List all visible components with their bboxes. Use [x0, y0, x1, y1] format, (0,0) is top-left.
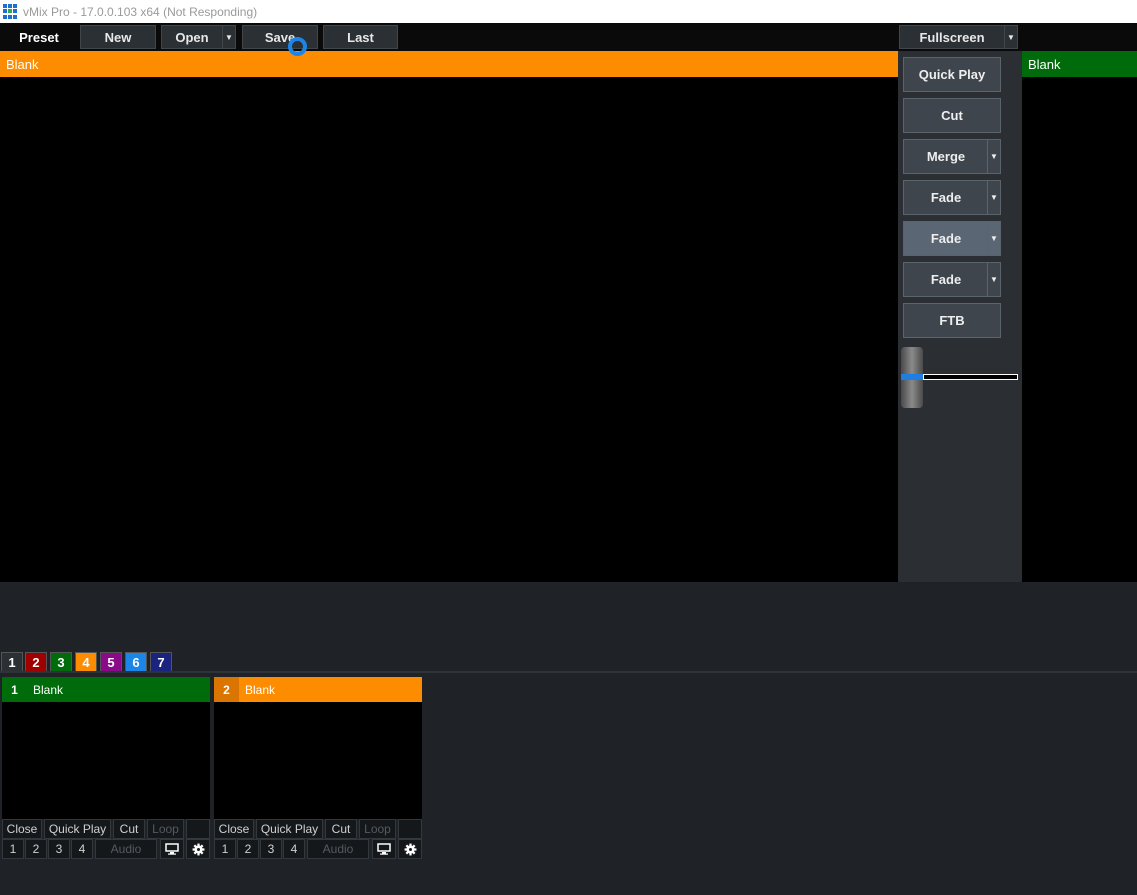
input-2-blank-button[interactable]: [398, 819, 422, 839]
open-dropdown-arrow-icon[interactable]: ▼: [222, 25, 236, 49]
t-bar-track[interactable]: [923, 374, 1018, 380]
input-1-name: Blank: [33, 682, 64, 697]
fade-button-1[interactable]: Fade ▼: [903, 180, 1001, 215]
title-bar: vMix Pro - 17.0.0.103 x64 (Not Respondin…: [0, 0, 1137, 23]
input-2-thumbnail[interactable]: [214, 702, 422, 819]
t-bar-position-marker: [901, 374, 923, 380]
ftb-label: FTB: [939, 313, 965, 328]
transition-panel: Quick Play Cut Merge ▼ Fade ▼ Fade ▼ Fad…: [898, 51, 1022, 582]
input-1-gear-icon[interactable]: [186, 839, 210, 859]
input-1-number: 1: [2, 677, 27, 702]
input-2-close-button[interactable]: Close: [214, 819, 254, 839]
fade-1-dropdown-arrow-icon[interactable]: ▼: [987, 181, 1000, 214]
input-2-output-4[interactable]: 4: [283, 839, 305, 859]
tab-5[interactable]: 5: [100, 652, 122, 672]
ftb-button[interactable]: FTB: [903, 303, 1001, 338]
preset-label: Preset: [19, 29, 59, 45]
input-2-output-3[interactable]: 3: [260, 839, 282, 859]
input-1-output-4[interactable]: 4: [71, 839, 93, 859]
window-title: vMix Pro - 17.0.0.103 x64 (Not Respondin…: [23, 4, 258, 19]
preview-title-bar: Blank: [0, 51, 898, 77]
open-button[interactable]: Open: [161, 25, 223, 49]
program-screen[interactable]: [1022, 77, 1137, 582]
input-1-loop-button[interactable]: Loop: [147, 819, 184, 839]
fullscreen-button[interactable]: Fullscreen: [899, 25, 1005, 49]
fade-2-dropdown-arrow-icon[interactable]: ▼: [987, 222, 1000, 255]
tab-7[interactable]: 7: [150, 652, 172, 672]
quick-play-label: Quick Play: [918, 67, 986, 82]
input-2-gear-icon[interactable]: [398, 839, 422, 859]
input-1-output-1[interactable]: 1: [2, 839, 24, 859]
input-1-thumbnail[interactable]: [2, 702, 210, 819]
preview-screen[interactable]: [0, 77, 898, 582]
tab-6[interactable]: 6: [125, 652, 147, 672]
quick-play-button[interactable]: Quick Play: [903, 57, 1001, 92]
input-1-close-button[interactable]: Close: [2, 819, 42, 839]
merge-dropdown-arrow-icon[interactable]: ▼: [987, 140, 1000, 173]
fullscreen-dropdown-arrow-icon[interactable]: ▼: [1004, 25, 1018, 49]
input-2-number: 2: [214, 677, 239, 702]
busy-cursor-icon: [288, 37, 307, 56]
vmix-logo-icon: [3, 3, 19, 20]
input-1-cut-button[interactable]: Cut: [113, 819, 145, 839]
input-2-cut-button[interactable]: Cut: [325, 819, 357, 839]
input-1-header[interactable]: 1 Blank: [2, 677, 210, 702]
tab-2[interactable]: 2: [25, 652, 47, 672]
input-1-audio-button[interactable]: Audio: [95, 839, 157, 859]
input-2-header[interactable]: 2 Blank: [214, 677, 422, 702]
fade-3-dropdown-arrow-icon[interactable]: ▼: [987, 263, 1000, 296]
program-title-bar: Blank: [1022, 51, 1137, 77]
merge-button[interactable]: Merge ▼: [903, 139, 1001, 174]
fade-label-2: Fade: [930, 231, 962, 246]
input-2-loop-button[interactable]: Loop: [359, 819, 396, 839]
last-button[interactable]: Last: [323, 25, 398, 49]
cut-button[interactable]: Cut: [903, 98, 1001, 133]
cut-label: Cut: [941, 108, 963, 123]
merge-label: Merge: [926, 149, 966, 164]
input-1-quick-play-button[interactable]: Quick Play: [44, 819, 111, 839]
tab-3[interactable]: 3: [50, 652, 72, 672]
input-2-output-2[interactable]: 2: [237, 839, 259, 859]
tab-divider: [0, 671, 1137, 673]
fade-button-2[interactable]: Fade ▼: [903, 221, 1001, 256]
input-1-blank-button[interactable]: [186, 819, 210, 839]
tab-1[interactable]: 1: [1, 652, 23, 672]
fade-label-3: Fade: [930, 272, 962, 287]
input-1-monitor-icon[interactable]: [160, 839, 184, 859]
toolbar: Preset New Open ▼ Save Last Fullscreen ▼: [0, 23, 1137, 51]
input-2-audio-button[interactable]: Audio: [307, 839, 369, 859]
input-1-output-3[interactable]: 3: [48, 839, 70, 859]
input-2-output-1[interactable]: 1: [214, 839, 236, 859]
fade-button-3[interactable]: Fade ▼: [903, 262, 1001, 297]
input-2-name: Blank: [245, 682, 276, 697]
input-1-output-2[interactable]: 2: [25, 839, 47, 859]
fade-label-1: Fade: [930, 190, 962, 205]
tab-4[interactable]: 4: [75, 652, 97, 672]
input-2-monitor-icon[interactable]: [372, 839, 396, 859]
input-2-quick-play-button[interactable]: Quick Play: [256, 819, 323, 839]
new-button[interactable]: New: [80, 25, 156, 49]
